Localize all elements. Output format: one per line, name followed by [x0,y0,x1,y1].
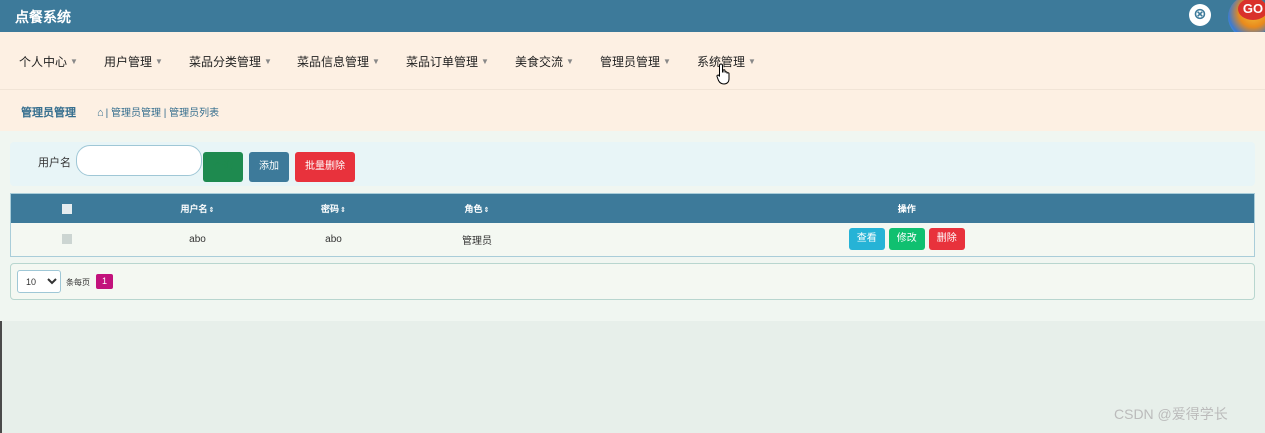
page-number-button[interactable]: 1 [96,274,113,289]
cell-password: abo [325,233,342,245]
nav-label: 菜品信息管理 [297,55,370,69]
caret-down-icon: ▼ [264,57,272,66]
per-page-label: 条每页 [66,278,90,287]
nav-item-user-management[interactable]: 用户管理 ▼ [104,53,163,70]
view-button[interactable]: 查看 [848,228,885,251]
breadcrumb-path-text: | 管理员管理 | 管理员列表 [105,108,220,119]
caret-down-icon: ▼ [748,57,756,66]
caret-down-icon: ▼ [481,57,489,66]
nav-label: 菜品分类管理 [189,55,262,69]
add-button[interactable]: 添加 [249,152,289,182]
edit-button[interactable]: 修改 [888,228,925,251]
delete-button[interactable]: 删除 [928,228,965,251]
admin-table: 用户名⇕ 密码⇕ 角色⇕ 操作 abo abo 管理员 查看 修改 删除 [10,193,1255,257]
table-header-row: 用户名⇕ 密码⇕ 角色⇕ 操作 [10,193,1255,223]
header-select-all[interactable] [11,194,123,223]
breadcrumb-path: ⌂ | 管理员管理 | 管理员列表 [97,104,219,119]
close-icon[interactable]: ⊗ [1189,4,1211,26]
header-role-label: 角色 [464,203,483,214]
sort-icon[interactable]: ⇕ [209,207,215,214]
nav-item-dish-info-management[interactable]: 菜品信息管理 ▼ [297,53,380,70]
header-password-label: 密码 [321,203,340,214]
header-actions-label: 操作 [897,203,916,214]
nav-label: 个人中心 [19,55,68,69]
cell-role: 管理员 [462,235,492,247]
select-all-checkbox[interactable] [61,203,72,214]
nav-item-personal-center[interactable]: 个人中心 ▼ [19,53,78,70]
nav-item-dish-order-management[interactable]: 菜品订单管理 ▼ [406,53,489,70]
search-button[interactable]: 查询 [203,152,243,182]
table-row: abo abo 管理员 查看 修改 删除 [10,222,1255,257]
username-search-input[interactable] [76,145,202,176]
breadcrumb: 管理员管理 ⌂ | 管理员管理 | 管理员列表 [0,90,1265,131]
header-actions: 操作 [560,194,1255,223]
nav-item-food-exchange[interactable]: 美食交流 ▼ [515,53,574,70]
nav-label: 管理员管理 [600,55,661,69]
sort-icon[interactable]: ⇕ [484,207,490,214]
watermark-text: CSDN @爱得学长 [1114,406,1228,422]
batch-delete-button[interactable]: 批量删除 [295,152,355,182]
pagination-bar [10,263,1255,300]
username-label: 用户名 [38,157,71,169]
caret-down-icon: ▼ [70,57,78,66]
header-password[interactable]: 密码⇕ [273,194,395,223]
home-icon[interactable]: ⌂ [97,107,104,119]
caret-down-icon: ▼ [663,57,671,66]
nav-item-admin-management[interactable]: 管理员管理 ▼ [600,53,671,70]
nav-label: 美食交流 [515,55,564,69]
nav-label: 菜品订单管理 [406,55,479,69]
header-username[interactable]: 用户名⇕ [123,194,273,223]
nav-item-dish-category-management[interactable]: 菜品分类管理 ▼ [189,53,272,70]
cell-actions: 查看 修改 删除 [560,223,1255,257]
caret-down-icon: ▼ [155,57,163,66]
cell-username: abo [189,233,206,245]
title-bar: 点餐系统 ⊗ GO [0,0,1265,38]
nav-label: 用户管理 [104,55,153,69]
row-select-cell[interactable] [11,223,123,257]
sort-icon[interactable]: ⇕ [340,207,346,214]
section-title: 管理员管理 [21,107,76,119]
top-nav: 个人中心 ▼ 用户管理 ▼ 菜品分类管理 ▼ 菜品信息管理 ▼ 菜品订单管理 ▼ 美食交流… [0,32,1265,90]
header-username-label: 用户名 [180,203,208,214]
page-size-select[interactable]: 10 [17,270,61,293]
row-checkbox[interactable] [61,234,72,245]
header-role[interactable]: 角色⇕ [395,194,560,223]
go-badge-text: GO [1238,0,1265,20]
app-title: 点餐系统 [15,9,71,25]
caret-down-icon: ▼ [566,57,574,66]
hand-cursor-icon [716,63,730,85]
caret-down-icon: ▼ [372,57,380,66]
